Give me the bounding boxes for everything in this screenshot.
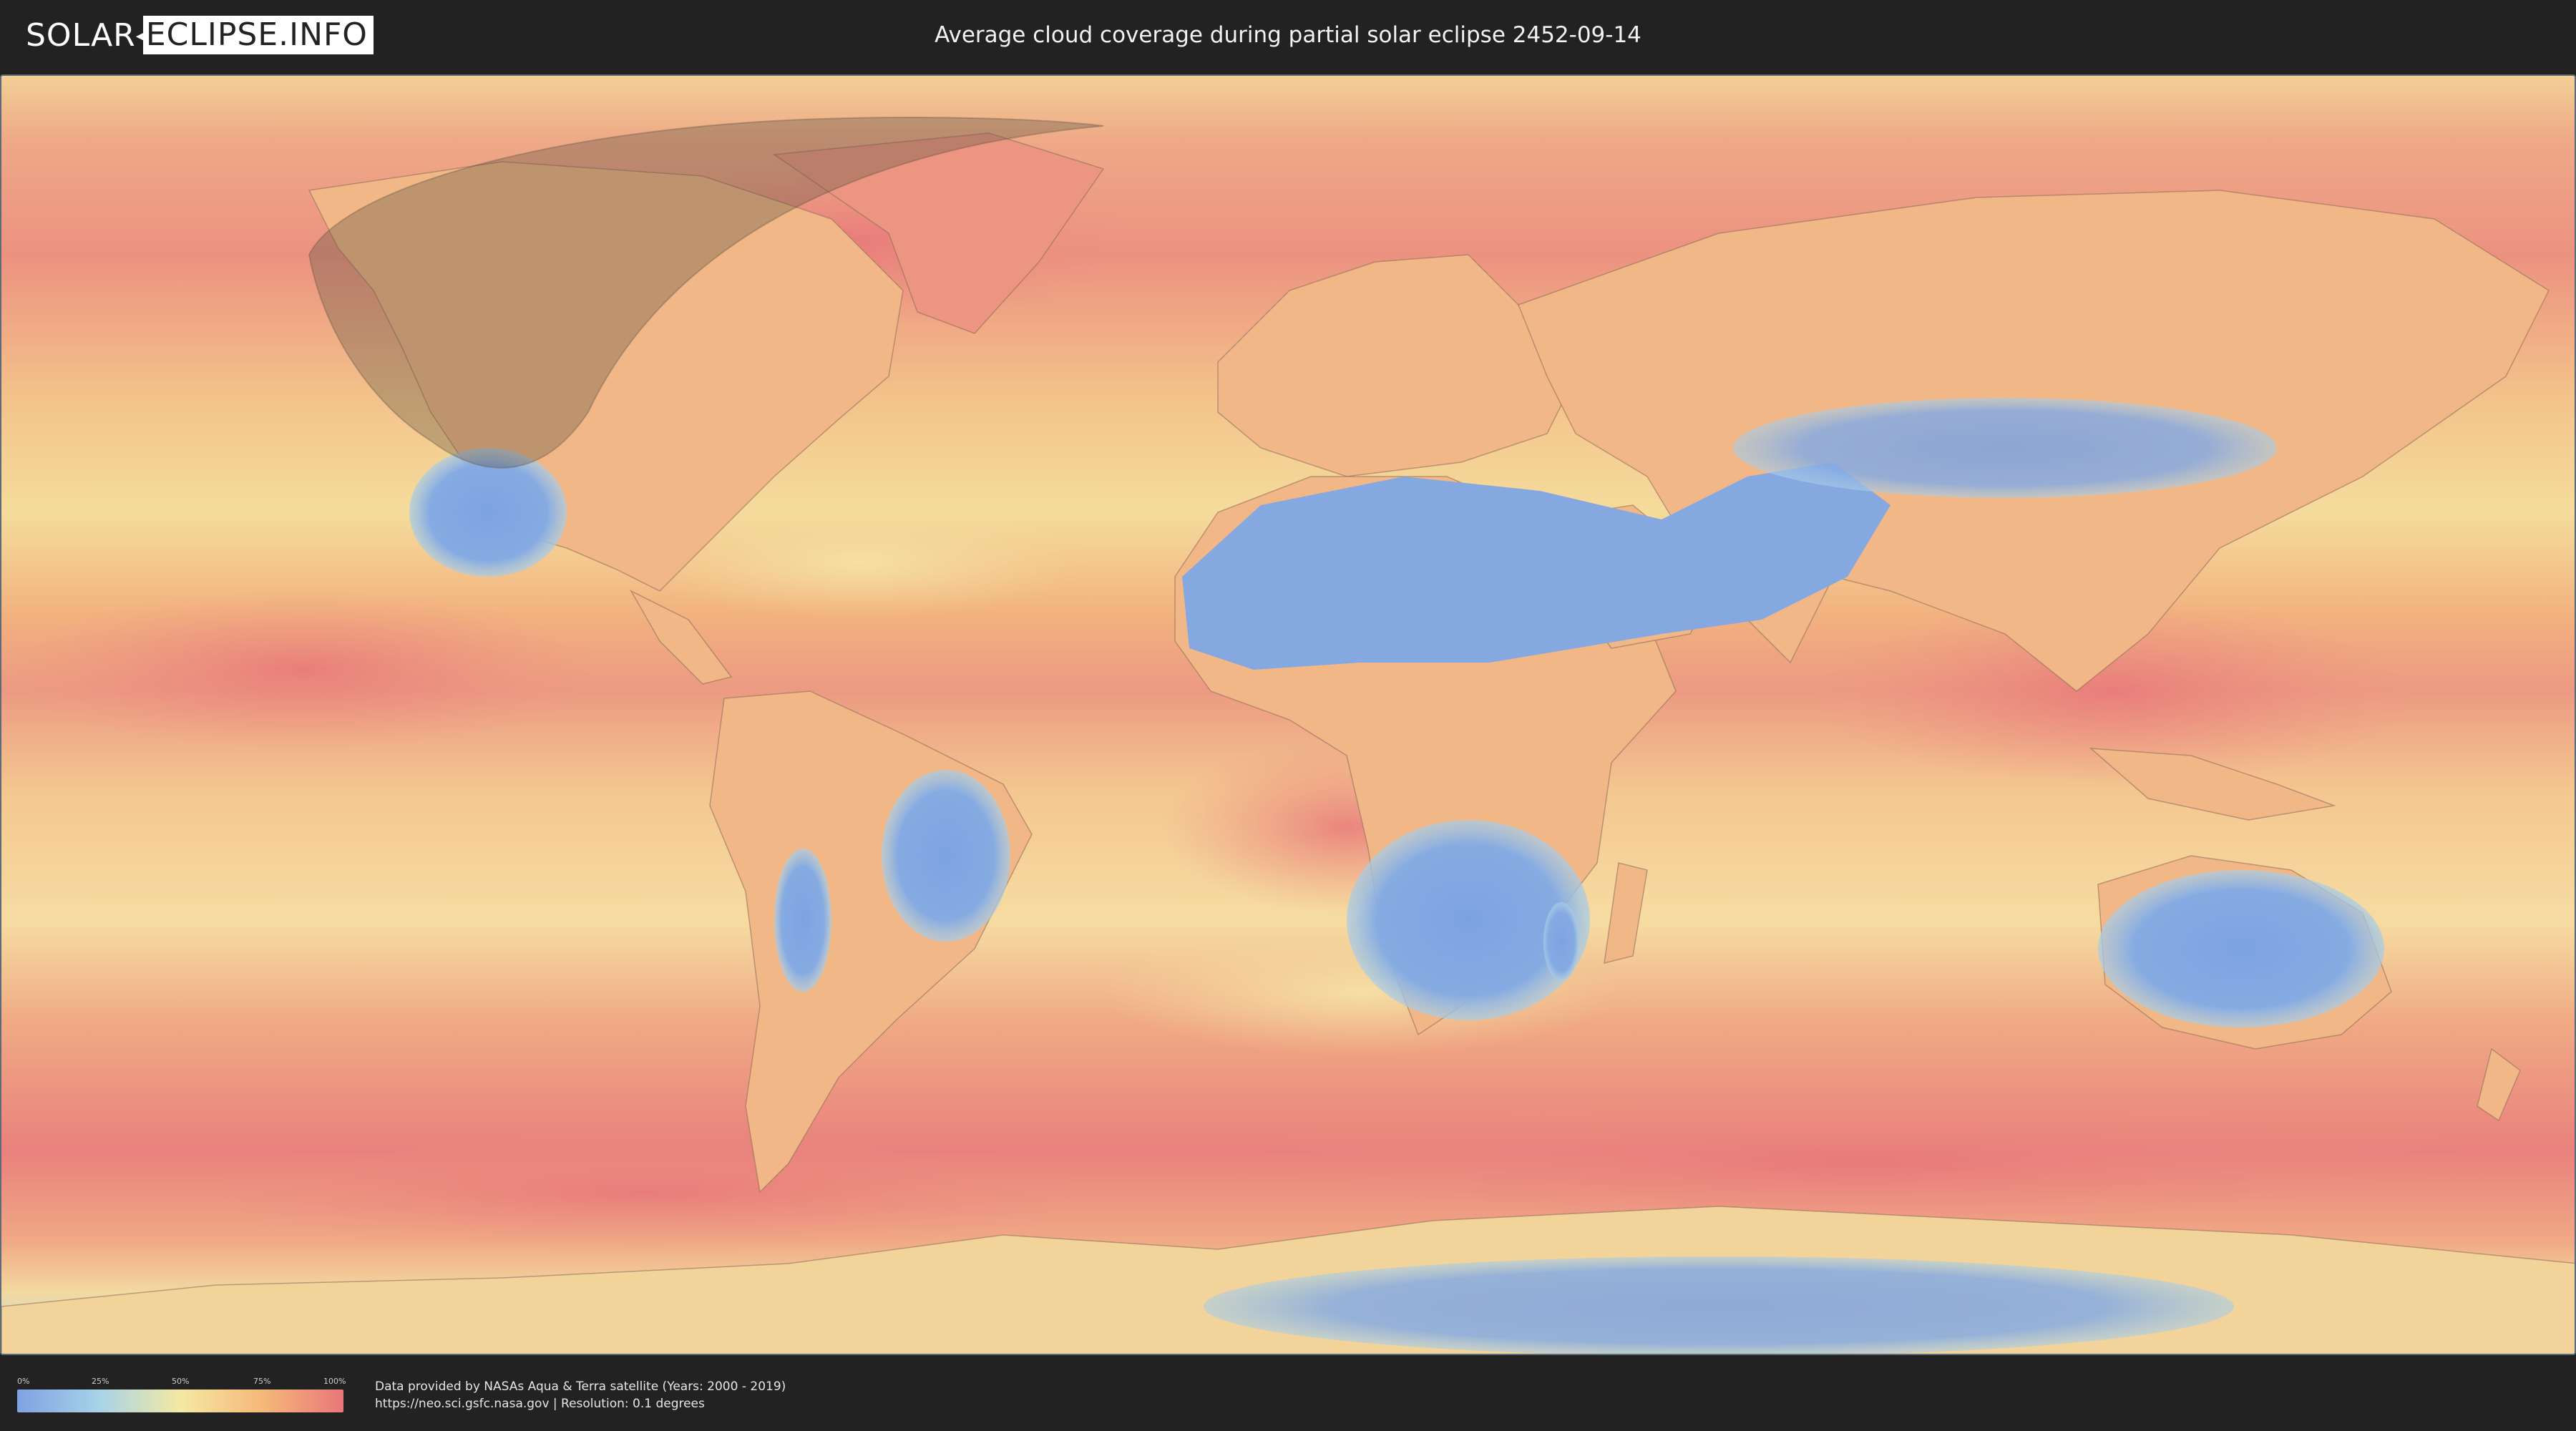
page-title: Average cloud coverage during partial so…: [935, 22, 1641, 48]
data-credit: Data provided by NASAs Aqua & Terra sate…: [375, 1378, 786, 1412]
cloud-coverage-legend: [17, 1390, 343, 1412]
legend-tick: 75%: [253, 1377, 271, 1386]
credit-line-url: https://neo.sci.gsfc.nasa.gov | Resoluti…: [375, 1397, 705, 1411]
brazil-clear: [882, 770, 1010, 942]
southern-ocean-band-west: [145, 1135, 1146, 1249]
madagascar-clear: [1543, 902, 1579, 981]
central-asia-clear: [1733, 398, 2277, 498]
cloud-coverage-map[interactable]: [0, 74, 2576, 1355]
pacific-cloud-band: [1, 591, 602, 748]
australia-clear: [2098, 870, 2384, 1027]
credit-line-source: Data provided by NASAs Aqua & Terra sate…: [375, 1379, 786, 1394]
legend-tick-labels: 0% 25% 50% 75% 100%: [17, 1377, 346, 1387]
legend-tick: 0%: [17, 1377, 30, 1386]
antarctic-plateau-clear: [1204, 1256, 2234, 1354]
atacama-clear: [774, 849, 831, 992]
header-bar: SOLAR ◂ ECLIPSE.INFO Average cloud cover…: [0, 0, 2576, 72]
legend-tick: 100%: [323, 1377, 346, 1386]
map-canvas: [1, 76, 2575, 1354]
southern-ocean-band: [1218, 1099, 2506, 1228]
legend-tick: 50%: [172, 1377, 190, 1386]
legend-tick: 25%: [92, 1377, 109, 1386]
